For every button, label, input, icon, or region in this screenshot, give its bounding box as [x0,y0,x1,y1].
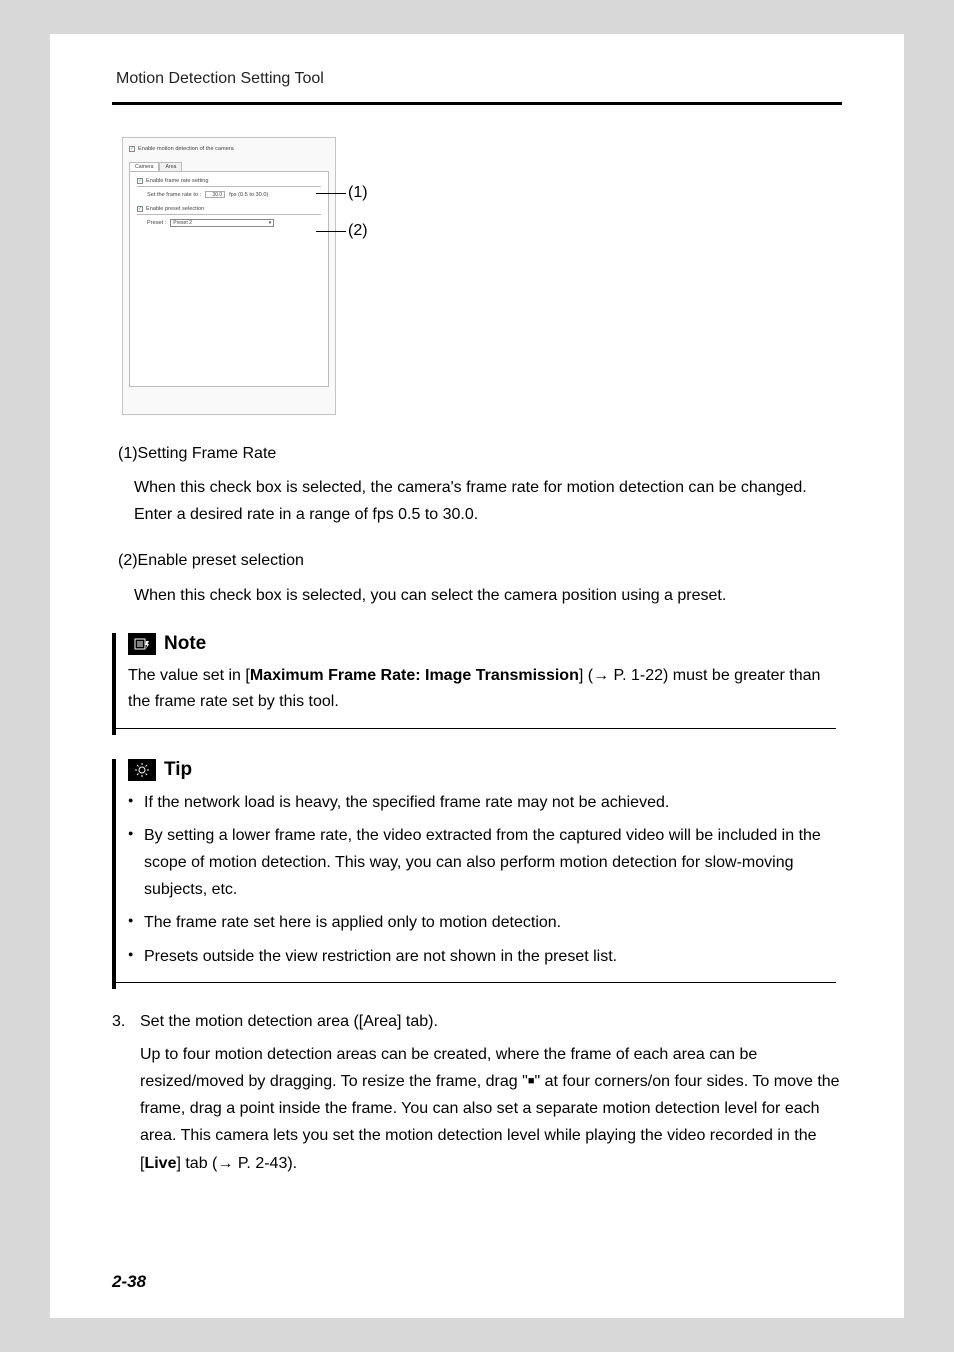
note-box: Note The value set in [Maximum Frame Rat… [112,633,836,735]
tip-box: Tip If the network load is heavy, the sp… [112,759,836,989]
framerate-label: Set the frame rate to : [147,192,201,198]
preset-dropdown[interactable]: Preset 2 ▾ [170,219,274,227]
leader-line-1 [316,193,346,194]
checkbox-icon[interactable] [129,146,135,152]
header-rule [112,102,842,105]
tab-camera[interactable]: Camera [129,162,159,171]
preset-selected: Preset 2 [173,220,192,226]
note-rule [116,728,836,729]
item1-text: When this check box is selected, the cam… [134,475,842,528]
panel: Enable motion detection of the camera Ca… [122,137,336,415]
preset-section: Enable preset selection Preset : Preset … [137,206,321,227]
enable-detection-label: Enable motion detection of the camera [138,146,234,152]
step-3-body: Up to four motion detection areas can be… [140,1041,842,1177]
checkbox-icon[interactable] [137,178,143,184]
note-icon [128,633,156,655]
page-header: Motion Detection Setting Tool [116,70,842,88]
callout-1: (1) [348,184,368,202]
checkbox-icon[interactable] [137,206,143,212]
tip-item: By setting a lower frame rate, the video… [128,822,836,904]
tab-area[interactable]: Area [159,162,182,171]
item2-text: When this check box is selected, you can… [134,583,842,609]
chevron-down-icon: ▾ [269,220,272,226]
tab-body: Enable frame rate setting Set the frame … [129,171,329,387]
preset-header: Enable preset selection [146,206,204,212]
leader-line-2 [316,231,346,232]
step-3-heading: 3. Set the motion detection area ([Area]… [112,1013,842,1031]
step-number: 3. [112,1013,130,1031]
note-title: Note [164,633,206,655]
callout-2: (2) [348,222,368,240]
tip-rule [116,982,836,983]
framerate-header: Enable frame rate setting [146,178,209,184]
tabs: Camera Area [129,162,329,171]
preset-label: Preset : [147,220,166,226]
tip-list: If the network load is heavy, the specif… [128,789,836,970]
settings-screenshot: Enable motion detection of the camera Ca… [122,137,842,415]
tip-item: If the network load is heavy, the specif… [128,789,836,816]
framerate-input[interactable]: 30.0 [205,191,225,198]
item1-heading: (1)Setting Frame Rate [118,441,842,467]
note-text: The value set in [Maximum Frame Rate: Im… [128,663,836,716]
step-title: Set the motion detection area ([Area] ta… [140,1013,438,1031]
tip-item: The frame rate set here is applied only … [128,909,836,936]
framerate-unit: fps (0.5 to 30.0) [229,192,268,198]
page-number: 2-38 [112,1272,146,1292]
framerate-section: Enable frame rate setting Set the frame … [137,178,321,198]
square-icon: ■ [528,1075,535,1087]
enable-detection-row: Enable motion detection of the camera [129,146,329,152]
tip-icon [128,759,156,781]
tip-item: Presets outside the view restriction are… [128,943,836,970]
item2-heading: (2)Enable preset selection [118,548,842,574]
tip-title: Tip [164,759,192,781]
